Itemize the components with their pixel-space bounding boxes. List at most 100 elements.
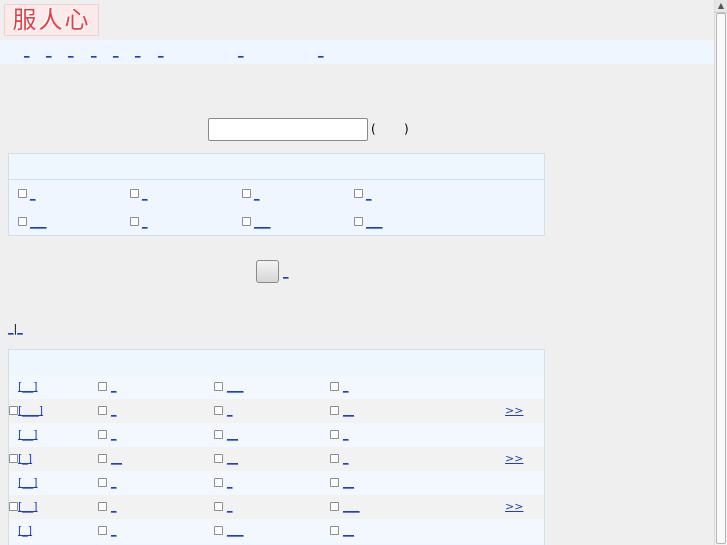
result-checkbox[interactable] [330, 406, 339, 415]
site-logo[interactable]: 服人心 [4, 4, 99, 36]
results-panel-header [9, 350, 544, 376]
filter-option-link[interactable]: ___ [366, 216, 383, 229]
filter-options-panel: _ _ _ _ ___ _ ___ ___ [8, 153, 545, 236]
result-row: [_] __ __ _ >> [9, 447, 544, 471]
result-checkbox[interactable] [98, 430, 107, 439]
result-row: [__]____ [9, 471, 544, 495]
scroll-thumb[interactable] [716, 13, 726, 544]
filter-option-link[interactable]: _ [30, 188, 36, 201]
result-link[interactable]: ___ [343, 500, 360, 513]
result-checkbox[interactable] [98, 406, 107, 415]
filter-row: ___ _ ___ ___ [9, 216, 544, 232]
filter-checkbox[interactable] [130, 217, 139, 226]
result-link[interactable]: _ [111, 476, 117, 489]
result-link[interactable]: _ [227, 476, 233, 489]
result-link[interactable]: _ [343, 428, 349, 441]
result-link[interactable]: _ [343, 380, 349, 393]
filter-checkbox[interactable] [18, 189, 27, 198]
search-input[interactable] [208, 118, 368, 141]
result-link[interactable]: __ [343, 404, 354, 417]
result-link[interactable]: ___ [227, 380, 244, 393]
result-select-checkbox[interactable] [9, 406, 18, 415]
result-checkbox[interactable] [214, 478, 223, 487]
result-row: [__] _ ___ _ [9, 375, 544, 399]
result-checkbox[interactable] [98, 382, 107, 391]
nav-link-7[interactable]: _ [158, 46, 164, 58]
result-more-link[interactable]: >> [505, 500, 523, 513]
result-checkbox[interactable] [214, 382, 223, 391]
result-tag-link[interactable]: [_] [18, 452, 32, 465]
result-link[interactable]: __ [343, 476, 354, 489]
filter-panel-header [9, 154, 544, 180]
result-tag-link[interactable]: [___] [18, 404, 43, 417]
vertical-scrollbar[interactable]: ▲ [714, 0, 727, 545]
result-checkbox[interactable] [98, 526, 107, 535]
result-checkbox[interactable] [330, 430, 339, 439]
result-checkbox[interactable] [98, 454, 107, 463]
filter-option-link[interactable]: _ [142, 216, 148, 229]
view-tabs: _|_ [8, 322, 23, 335]
result-link[interactable]: _ [227, 404, 233, 417]
result-tag-link[interactable]: [_] [18, 524, 32, 537]
nav-link-9[interactable]: _ [318, 46, 324, 58]
result-tag-link[interactable]: [__] [18, 380, 38, 393]
result-checkbox[interactable] [330, 454, 339, 463]
submit-side-link[interactable]: _ [283, 266, 289, 279]
filter-checkbox[interactable] [130, 189, 139, 198]
result-link[interactable]: __ [343, 524, 354, 537]
nav-link-8[interactable]: _ [238, 46, 244, 58]
result-select-checkbox[interactable] [9, 502, 18, 511]
filter-option-link[interactable]: _ [142, 188, 148, 201]
nav-link-6[interactable]: _ [135, 46, 141, 58]
result-checkbox[interactable] [330, 502, 339, 511]
result-link[interactable]: ___ [227, 524, 244, 537]
filter-option-link[interactable]: ___ [30, 216, 47, 229]
filter-option-link[interactable]: ___ [254, 216, 271, 229]
filter-checkbox[interactable] [18, 217, 27, 226]
result-tag-link[interactable]: [__] [18, 500, 38, 513]
result-checkbox[interactable] [330, 382, 339, 391]
result-checkbox[interactable] [214, 526, 223, 535]
filter-checkbox[interactable] [354, 189, 363, 198]
result-link[interactable]: _ [227, 500, 233, 513]
result-link[interactable]: _ [111, 380, 117, 393]
nav-link-2[interactable]: _ [46, 46, 52, 58]
result-link[interactable]: __ [227, 452, 238, 465]
nav-link-1[interactable]: _ [24, 46, 30, 58]
result-checkbox[interactable] [98, 478, 107, 487]
view-tab-second[interactable]: _ [17, 322, 23, 335]
result-checkbox[interactable] [214, 502, 223, 511]
result-link[interactable]: _ [111, 404, 117, 417]
nav-link-4[interactable]: _ [91, 46, 97, 58]
filter-option-link[interactable]: _ [366, 188, 372, 201]
results-panel: [__] _ ___ _ [___] _ _ __ >> [__] _ __ _ [_] __ __ _ >> [_… [8, 349, 545, 545]
filter-checkbox[interactable] [354, 217, 363, 226]
result-link[interactable]: __ [111, 452, 122, 465]
filter-checkbox[interactable] [242, 217, 251, 226]
result-checkbox[interactable] [214, 406, 223, 415]
result-more-link[interactable]: >> [505, 404, 523, 417]
result-checkbox[interactable] [214, 430, 223, 439]
result-checkbox[interactable] [98, 502, 107, 511]
scroll-up-arrow-icon[interactable]: ▲ [715, 0, 727, 13]
result-link[interactable]: _ [111, 500, 117, 513]
result-link[interactable]: _ [111, 524, 117, 537]
result-checkbox[interactable] [330, 478, 339, 487]
search-submit-button[interactable] [256, 260, 279, 283]
filter-checkbox[interactable] [242, 189, 251, 198]
result-row: [__]____ [9, 423, 544, 447]
nav-link-5[interactable]: _ [113, 46, 119, 58]
result-tag-link[interactable]: [__] [18, 428, 38, 441]
nav-link-3[interactable]: _ [68, 46, 74, 58]
result-tag-link[interactable]: [__] [18, 476, 38, 489]
result-checkbox[interactable] [330, 526, 339, 535]
result-row: [___] _ _ __ >> [9, 399, 544, 423]
result-link[interactable]: __ [227, 428, 238, 441]
result-link[interactable]: _ [111, 428, 117, 441]
result-select-checkbox[interactable] [9, 454, 18, 463]
result-checkbox[interactable] [214, 454, 223, 463]
result-link[interactable]: _ [343, 452, 349, 465]
result-row: [__] _ _ ___ >> [9, 495, 544, 519]
result-more-link[interactable]: >> [505, 452, 523, 465]
filter-option-link[interactable]: _ [254, 188, 260, 201]
